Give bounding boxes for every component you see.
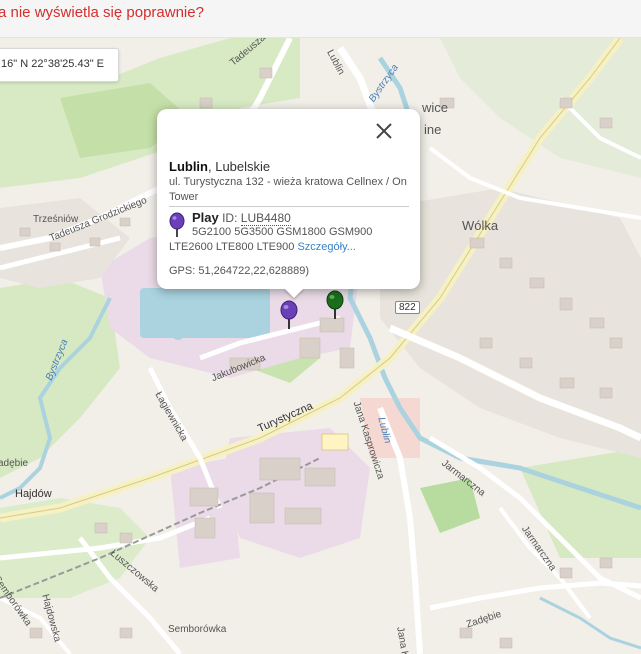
map-label-zadebie-west: adębie bbox=[0, 458, 29, 469]
popup-operator: Play bbox=[192, 210, 219, 225]
popup-address: ul. Turystyczna 132 - wieża kratowa Cell… bbox=[169, 176, 407, 203]
popup-pointer bbox=[284, 288, 304, 298]
tower-marker-other[interactable] bbox=[326, 290, 344, 320]
map-label-wice: wice bbox=[422, 100, 449, 115]
top-banner: a nie wyświetla się poprawnie? bbox=[0, 0, 641, 38]
popup-gps: GPS: 51,264722,22,628889) bbox=[169, 265, 310, 277]
road-shield-822: 822 bbox=[395, 301, 420, 314]
coordinates-text: 16" N 22°38'25.43" E bbox=[1, 58, 104, 70]
map-label-hajdow: Hajdów bbox=[15, 488, 52, 500]
tower-marker-play[interactable] bbox=[280, 300, 298, 330]
details-link[interactable]: Szczegóły... bbox=[297, 241, 356, 253]
operator-pin-icon bbox=[169, 212, 185, 237]
map-label-wolka: Wólka bbox=[462, 218, 499, 233]
coordinates-box: 16" N 22°38'25.43" E bbox=[0, 48, 119, 82]
popup-region: , Lubelskie bbox=[208, 159, 271, 174]
map-label-ine: ine bbox=[424, 122, 442, 137]
popup-city: Lublin bbox=[169, 159, 208, 174]
popup-id-value[interactable]: LUB4480 bbox=[240, 211, 291, 226]
popup-bands-line2-text: LTE2600 LTE800 LTE900 bbox=[169, 241, 295, 253]
tower-info-popup: Lublin, Lubelskie ul. Turystyczna 132 - … bbox=[157, 109, 420, 289]
popup-location: Lublin, Lubelskie bbox=[169, 159, 270, 174]
map-label-semborowka: Semborówka bbox=[168, 624, 227, 635]
close-icon[interactable] bbox=[374, 121, 394, 141]
popup-divider bbox=[169, 206, 409, 207]
popup-bands-line2: LTE2600 LTE800 LTE900 Szczegóły... bbox=[169, 241, 356, 253]
display-problem-link[interactable]: a nie wyświetla się poprawnie? bbox=[0, 4, 204, 21]
popup-bands-line1: 5G2100 5G3500 GSM1800 GSM900 bbox=[192, 226, 373, 238]
popup-id-label: ID: bbox=[222, 211, 241, 225]
popup-operator-line: Play ID: LUB4480 bbox=[192, 210, 291, 226]
